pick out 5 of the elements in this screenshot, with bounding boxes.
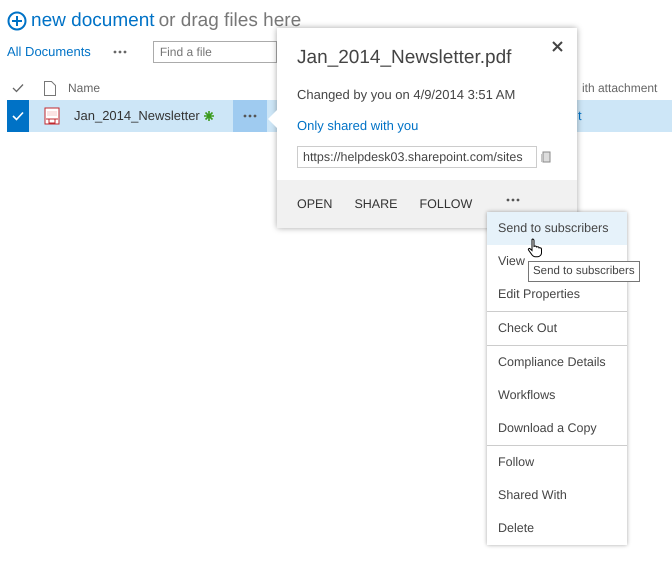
tooltip: Send to subscribers	[528, 261, 640, 282]
drag-hint: or drag files here	[158, 9, 302, 33]
modified-text: Changed by you on 4/9/2014 3:51 AM	[296, 86, 516, 104]
table-cell-text: t	[578, 107, 582, 126]
callout-title: Jan_2014_Newsletter.pdf	[297, 46, 512, 70]
